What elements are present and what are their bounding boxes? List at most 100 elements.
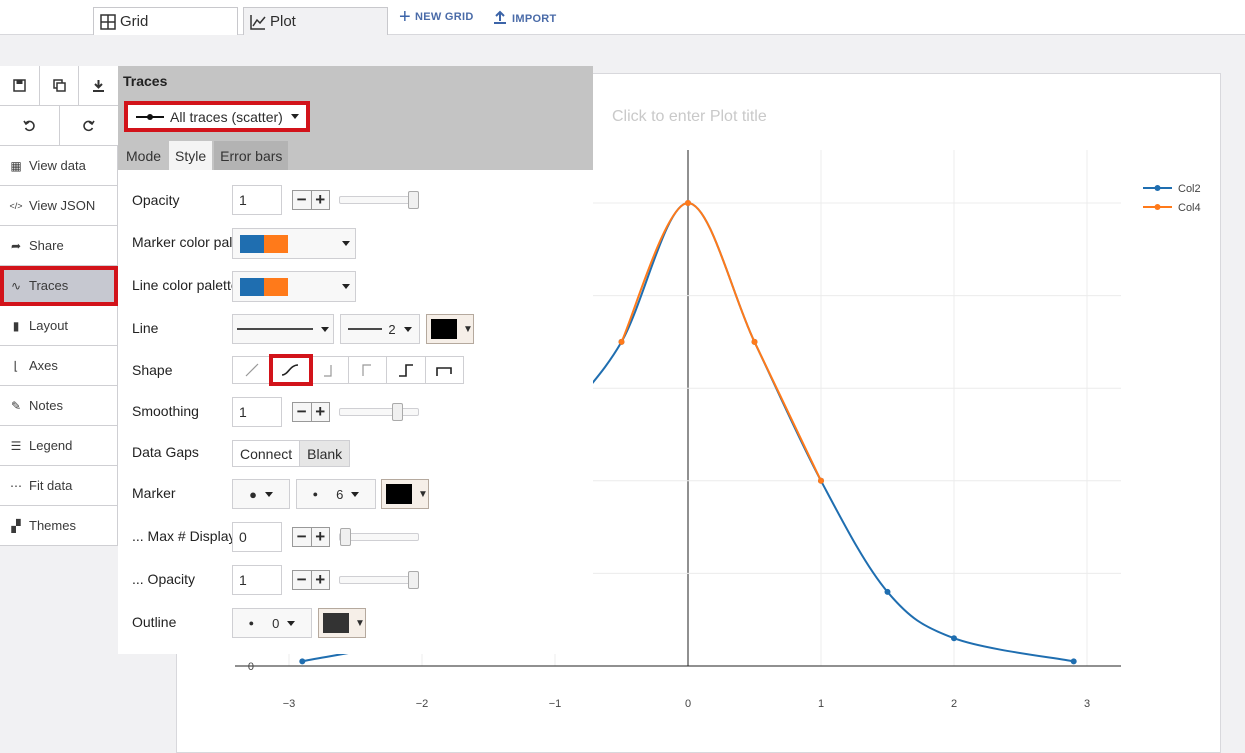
marker-palette-dropdown[interactable] [232, 228, 356, 259]
marker-color-picker[interactable]: ▼ [381, 479, 429, 509]
dot-icon: ● [248, 618, 255, 628]
save-icon[interactable] [0, 66, 40, 105]
toolbar-icon-row-2 [0, 106, 118, 146]
tab-error-bars[interactable]: Error bars [214, 141, 289, 170]
dot-icon: ● [249, 486, 257, 502]
line-palette-dropdown[interactable] [232, 271, 356, 302]
sidebar-item-view-data[interactable]: ▦ View data [0, 146, 118, 186]
plus-icon[interactable]: + [311, 528, 329, 546]
minus-icon[interactable]: − [293, 571, 312, 589]
sidebar-item-share[interactable]: ➦ Share [0, 226, 118, 266]
sidebar-item-notes[interactable]: ✎ Notes [0, 386, 118, 426]
max-displayed-row: ... Max # Displayed [132, 521, 232, 551]
marker-size-dropdown[interactable]: ● 6 [296, 479, 376, 509]
vhv-shape-icon[interactable] [425, 357, 463, 383]
data-gaps-label: Data Gaps [132, 444, 199, 460]
hv-shape-icon[interactable] [310, 357, 349, 383]
line-width-value: 2 [388, 321, 396, 337]
chevron-down-icon [287, 620, 296, 626]
chevron-down-icon [321, 326, 329, 332]
line-dash-dropdown[interactable] [232, 314, 334, 344]
data-gaps-toggle: Connect Blank [232, 440, 351, 467]
sidebar-item-themes[interactable]: ▞ Themes [0, 506, 118, 546]
minus-icon[interactable]: − [293, 403, 312, 421]
new-grid-button[interactable]: + NEW GRID [399, 7, 474, 27]
download-icon[interactable] [79, 66, 118, 105]
blank-button[interactable]: Blank [300, 441, 350, 466]
sidebar-item-label: Themes [29, 518, 76, 533]
minus-icon[interactable]: − [293, 528, 312, 546]
spline-shape-icon[interactable] [268, 354, 313, 386]
outline-width-dropdown[interactable]: ● 0 [232, 608, 312, 638]
minus-icon[interactable]: − [293, 191, 312, 209]
tab-mode[interactable]: Mode [120, 141, 168, 170]
left-toolbar: ▦ View data </> View JSON ➦ Share ∿ Traces ▮ Layo… [0, 66, 118, 546]
max-displayed-slider-knob[interactable] [340, 528, 351, 546]
upload-icon [493, 10, 507, 27]
copy-icon[interactable] [40, 66, 80, 105]
max-displayed-stepper[interactable]: − + [292, 527, 330, 547]
marker-opacity-slider-knob[interactable] [408, 571, 419, 589]
linear-shape-icon[interactable] [233, 357, 272, 383]
traces-panel: Traces All traces (scatter) Mode Style E… [118, 66, 593, 654]
chevron-down-icon [342, 241, 350, 246]
toolbar-icon-row-1 [0, 66, 118, 106]
sidebar-item-axes[interactable]: ⌊ Axes [0, 346, 118, 386]
opacity-input[interactable]: 1 [232, 185, 282, 215]
outline-color-picker[interactable]: ▼ [318, 608, 366, 638]
plus-icon[interactable]: + [311, 191, 329, 209]
code-icon: </> [9, 200, 23, 211]
plus-icon[interactable]: + [311, 403, 329, 421]
sidebar-item-label: Layout [29, 318, 69, 333]
redo-icon[interactable] [60, 106, 119, 145]
marker-opacity-stepper[interactable]: − + [292, 570, 330, 590]
opacity-slider-knob[interactable] [408, 191, 419, 209]
tab-style[interactable]: Style [169, 141, 213, 170]
sidebar-nav: ▦ View data </> View JSON ➦ Share ∿ Traces ▮ Layo… [0, 146, 118, 546]
line-marker-icon [136, 112, 164, 122]
chevron-down-icon [264, 491, 273, 497]
plus-icon[interactable]: + [311, 571, 329, 589]
plot-title[interactable]: Click to enter Plot title [612, 108, 767, 126]
import-button[interactable]: IMPORT [493, 10, 557, 27]
sidebar-item-view-json[interactable]: </> View JSON [0, 186, 118, 226]
sidebar-item-legend[interactable]: ☰ Legend [0, 426, 118, 466]
sidebar-item-fit-data[interactable]: ⋯ Fit data [0, 466, 118, 506]
tab-grid[interactable]: Grid [93, 7, 238, 35]
smoothing-stepper[interactable]: − + [292, 402, 330, 422]
line-width-dropdown[interactable]: 2 [340, 314, 420, 344]
marker-symbol-dropdown[interactable]: ● [232, 479, 290, 509]
marker-opacity-label: ... Opacity [132, 571, 196, 587]
vh-shape-icon[interactable] [348, 357, 387, 383]
palette-swatch-blue [240, 277, 264, 296]
palette-swatch-blue [240, 234, 264, 253]
smoothing-input[interactable]: 1 [232, 397, 282, 427]
line-color-picker[interactable]: ▼ [426, 314, 474, 344]
marker-opacity-input[interactable]: 1 [232, 565, 282, 595]
hvh-shape-icon[interactable] [387, 357, 426, 383]
tab-plot[interactable]: Plot [243, 7, 388, 35]
undo-icon[interactable] [0, 106, 60, 145]
opacity-slider[interactable] [339, 191, 419, 209]
line-label: Line [132, 320, 159, 336]
sidebar-item-label: Legend [29, 438, 73, 453]
pencil-icon: ✎ [10, 398, 22, 413]
smoothing-slider[interactable] [339, 403, 419, 421]
outline-row: Outline [132, 607, 232, 637]
grid-icon [100, 13, 116, 30]
chevron-down-icon [290, 114, 299, 119]
trace-selector-dropdown[interactable]: All traces (scatter) [124, 101, 310, 132]
opacity-stepper[interactable]: − + [292, 190, 330, 210]
tab-grid-label: Grid [120, 13, 149, 30]
line-palette-row: Line color palette [132, 270, 232, 300]
connect-button[interactable]: Connect [233, 441, 301, 466]
max-displayed-slider[interactable] [339, 528, 419, 546]
smoothing-slider-knob[interactable] [392, 403, 404, 421]
sidebar-item-traces[interactable]: ∿ Traces [0, 266, 118, 306]
palette-swatch-orange [264, 234, 288, 253]
marker-opacity-slider[interactable] [339, 571, 419, 589]
marker-row: Marker [132, 478, 232, 508]
max-displayed-label: ... Max # Displayed [132, 528, 232, 544]
sidebar-item-layout[interactable]: ▮ Layout [0, 306, 118, 346]
max-displayed-input[interactable]: 0 [232, 522, 282, 552]
